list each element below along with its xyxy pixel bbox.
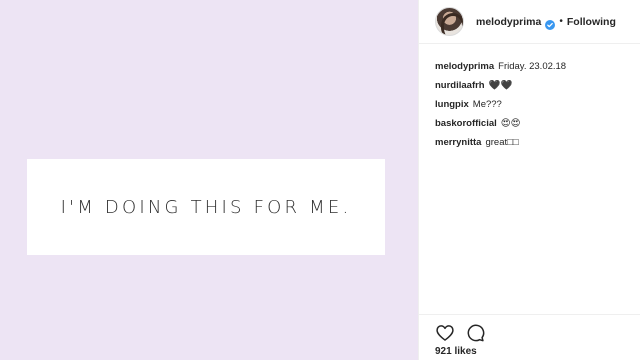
actions-divider (419, 314, 640, 315)
avatar[interactable] (435, 7, 464, 36)
comment-text: Me??? (472, 99, 502, 110)
comment-item: merrynitta great□□ (435, 133, 631, 152)
comments-list: melodyprima Friday. 23.02.18 nurdilaafrh… (435, 57, 631, 152)
quote-card: I'M DOING THIS FOR ME. (27, 159, 385, 255)
comment-item: nurdilaafrh 🖤🖤 (435, 76, 631, 95)
caption-username[interactable]: melodyprima (435, 61, 494, 72)
comment-item: baskorofficial 😍😍 (435, 114, 631, 133)
post-image[interactable]: I'M DOING THIS FOR ME. (0, 0, 418, 360)
verified-badge-icon (545, 17, 556, 30)
likes-count[interactable]: 921 likes (435, 346, 477, 357)
header-separator: • (559, 16, 563, 27)
header-username[interactable]: melodyprima (476, 16, 541, 28)
comment-text: great□□ (485, 137, 519, 148)
caption: melodyprima Friday. 23.02.18 (435, 57, 631, 76)
following-button[interactable]: Following (567, 16, 616, 28)
comment-username[interactable]: merrynitta (435, 137, 481, 148)
instagram-post-view: I'M DOING THIS FOR ME. melodyprima • Fol… (0, 0, 640, 360)
heart-icon[interactable] (435, 323, 455, 343)
comment-item: lungpix Me??? (435, 95, 631, 114)
comment-username[interactable]: lungpix (435, 99, 469, 110)
comment-bubble-icon[interactable] (465, 323, 485, 343)
caption-text: Friday. 23.02.18 (498, 61, 567, 72)
post-sidebar: melodyprima • Following melodyprima Frid… (418, 0, 640, 360)
comment-username[interactable]: nurdilaafrh (435, 80, 485, 91)
comment-username[interactable]: baskorofficial (435, 118, 497, 129)
post-header: melodyprima • Following (419, 0, 640, 44)
comment-text: 😍😍 (500, 118, 521, 129)
quote-text: I'M DOING THIS FOR ME. (60, 196, 352, 218)
comment-text: 🖤🖤 (488, 80, 513, 91)
action-bar (435, 323, 485, 343)
